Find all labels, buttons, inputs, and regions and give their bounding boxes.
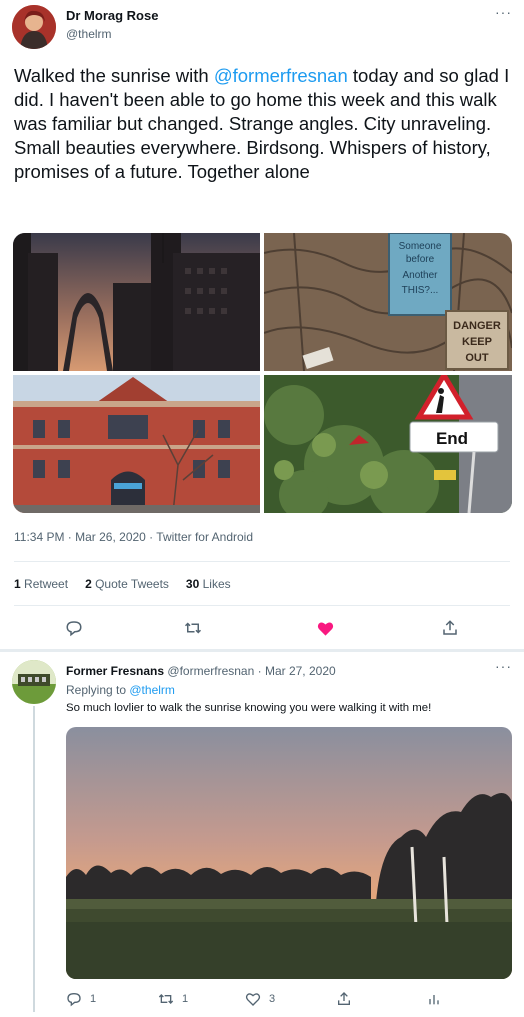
author-name[interactable]: Dr Morag Rose <box>66 8 158 23</box>
divider <box>0 649 524 652</box>
share-icon <box>338 992 350 1005</box>
mention-link[interactable]: @formerfresnan <box>214 65 348 86</box>
reply-text: So much lovlier to walk the sunrise know… <box>66 702 432 714</box>
like-icon <box>245 993 261 1006</box>
reply-actions: 1 1 3 <box>0 986 524 1012</box>
quotes-label: Quote Tweets <box>95 577 169 591</box>
danger-sign-line: DANGER <box>453 320 501 332</box>
reply-action[interactable]: 1 <box>66 986 96 1012</box>
replying-prefix: Replying to <box>66 683 130 697</box>
share-action[interactable] <box>336 986 352 1012</box>
tweet-actions <box>0 612 524 644</box>
photo-sunrise-park[interactable] <box>66 727 512 979</box>
analytics-action[interactable] <box>426 986 442 1012</box>
photo-arch-sunset[interactable] <box>13 233 260 371</box>
more-options-icon[interactable]: ··· <box>495 4 512 20</box>
sign-line: THIS?... <box>402 285 439 296</box>
photo-mosaic-sign[interactable]: Someone before Another THIS?... DANGER K… <box>264 233 512 371</box>
like-icon[interactable] <box>308 612 342 644</box>
analytics-icon <box>429 995 439 1005</box>
replying-to: Replying to @thelrm <box>66 683 175 697</box>
thread-line <box>33 706 35 1012</box>
reply-avatar[interactable] <box>12 660 56 704</box>
retweet-icon <box>158 994 174 1004</box>
retweet-action[interactable]: 1 <box>158 986 188 1012</box>
reply-count: 1 <box>90 993 97 1005</box>
likes-label: Likes <box>202 577 231 591</box>
likes-stat[interactable]: 30 Likes <box>186 577 231 591</box>
reply-date[interactable]: · Mar 27, 2020 <box>258 664 336 678</box>
danger-sign-line: KEEP <box>462 336 492 348</box>
photo-grid: Someone before Another THIS?... DANGER K… <box>13 233 512 513</box>
like-action[interactable]: 3 <box>245 986 275 1012</box>
more-options-icon[interactable]: ··· <box>495 658 512 674</box>
tweet-stats: 1 Retweet 2 Quote Tweets 30 Likes <box>14 577 231 591</box>
quotes-stat[interactable]: 2 Quote Tweets <box>85 577 169 591</box>
reply-icon[interactable] <box>57 612 91 644</box>
replying-to-link[interactable]: @thelrm <box>129 683 175 697</box>
sign-line: Another <box>402 270 438 281</box>
road-sign-text: End <box>436 429 468 448</box>
reply-author-name[interactable]: Former Fresnans <box>66 664 164 678</box>
tweet-text: Walked the sunrise with @formerfresnan t… <box>14 64 514 184</box>
retweets-label: Retweet <box>24 577 69 591</box>
share-icon[interactable] <box>433 612 467 644</box>
tweet-timestamp[interactable]: 11:34 PM · Mar 26, 2020 · Twitter for An… <box>14 530 253 544</box>
danger-sign-line: OUT <box>465 352 489 364</box>
avatar[interactable] <box>12 5 56 49</box>
reply-header: Former Fresnans @formerfresnan · Mar 27,… <box>66 664 336 678</box>
sign-line: before <box>406 254 435 265</box>
retweet-count: 1 <box>182 993 189 1005</box>
like-count: 3 <box>269 993 276 1005</box>
reply-icon <box>67 992 81 1007</box>
divider <box>14 605 510 606</box>
photo-red-building[interactable] <box>13 375 260 513</box>
likes-count: 30 <box>185 577 200 591</box>
divider <box>14 561 510 562</box>
author-handle[interactable]: @thelrm <box>66 27 112 41</box>
quotes-count: 2 <box>85 577 92 591</box>
sign-line: Someone <box>399 241 442 252</box>
photo-road-sign[interactable]: End <box>264 375 512 513</box>
retweets-stat[interactable]: 1 Retweet <box>14 577 68 591</box>
retweet-icon[interactable] <box>176 612 210 644</box>
reply-author-handle[interactable]: @formerfresnan <box>167 664 254 678</box>
retweets-count: 1 <box>14 577 21 591</box>
tweet-text-part: Walked the sunrise with <box>14 65 214 86</box>
